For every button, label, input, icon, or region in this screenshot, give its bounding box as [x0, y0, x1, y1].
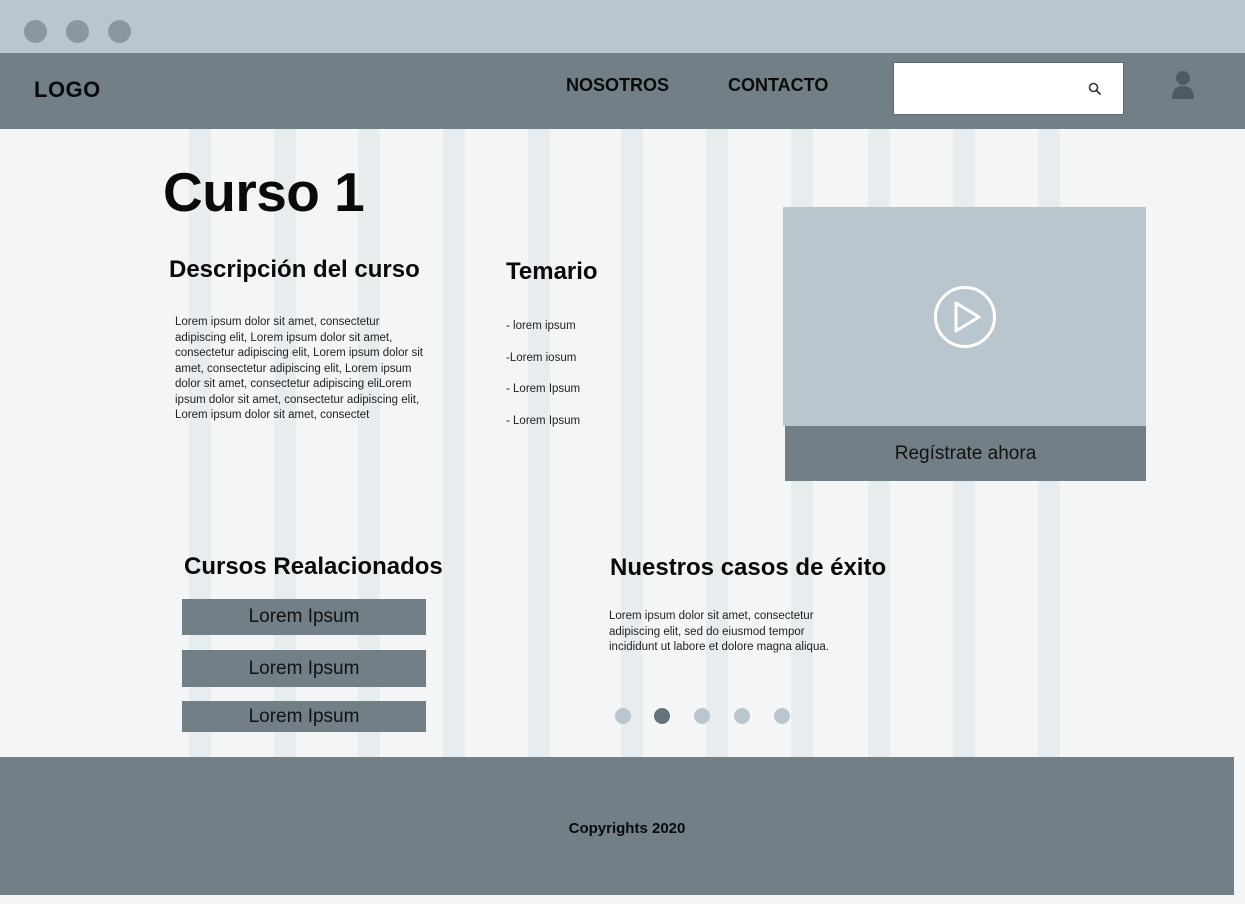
carousel-dot[interactable] [774, 708, 790, 724]
user-icon[interactable] [1170, 69, 1196, 101]
play-icon[interactable] [933, 285, 997, 349]
search-input[interactable] [894, 63, 1098, 114]
carousel-dot-active[interactable] [654, 708, 670, 724]
site-header: LOGO NOSOTROS CONTACTO [0, 53, 1245, 129]
related-course-button[interactable]: Lorem Ipsum [182, 650, 426, 687]
register-button[interactable]: Regístrate ahora [785, 426, 1146, 481]
related-course-button[interactable]: Lorem Ipsum [182, 701, 426, 732]
carousel-dot[interactable] [615, 708, 631, 724]
temario-list: - lorem ipsum -Lorem iosum - Lorem Ipsum… [506, 316, 580, 442]
site-footer: Copyrights 2020 [0, 757, 1234, 895]
related-courses-heading: Cursos Realacionados [184, 553, 443, 580]
copyright-text: Copyrights 2020 [568, 820, 686, 837]
window-title-bar [0, 0, 1245, 53]
related-course-button[interactable]: Lorem Ipsum [182, 599, 426, 635]
temario-item: - lorem ipsum [506, 320, 576, 332]
search-box [893, 62, 1124, 115]
temario-item: - Lorem Ipsum [506, 414, 581, 427]
temario-heading: Temario [506, 258, 598, 285]
success-cases-text: Lorem ipsum dolor sit amet, consectetur … [609, 610, 829, 653]
window-maximize-dot[interactable] [108, 20, 131, 43]
description-text: Lorem ipsum dolor sit amet, consectetur … [175, 316, 424, 421]
temario-item: -Lorem iosum [506, 351, 577, 364]
course-title: Curso 1 [163, 161, 365, 223]
video-player[interactable] [783, 207, 1146, 426]
window-minimize-dot[interactable] [66, 20, 89, 43]
site-logo[interactable]: LOGO [34, 77, 101, 103]
temario-item: - Lorem Ipsum [506, 383, 581, 395]
success-cases-heading: Nuestros casos de éxito [610, 554, 887, 581]
window-close-dot[interactable] [24, 20, 47, 43]
search-icon[interactable] [1086, 80, 1104, 98]
nav-link-nosotros[interactable]: NOSOTROS [566, 75, 669, 96]
nav-link-contacto[interactable]: CONTACTO [728, 75, 828, 96]
description-heading: Descripción del curso [169, 256, 420, 283]
carousel-dot[interactable] [734, 708, 750, 724]
carousel-dot[interactable] [694, 708, 710, 724]
